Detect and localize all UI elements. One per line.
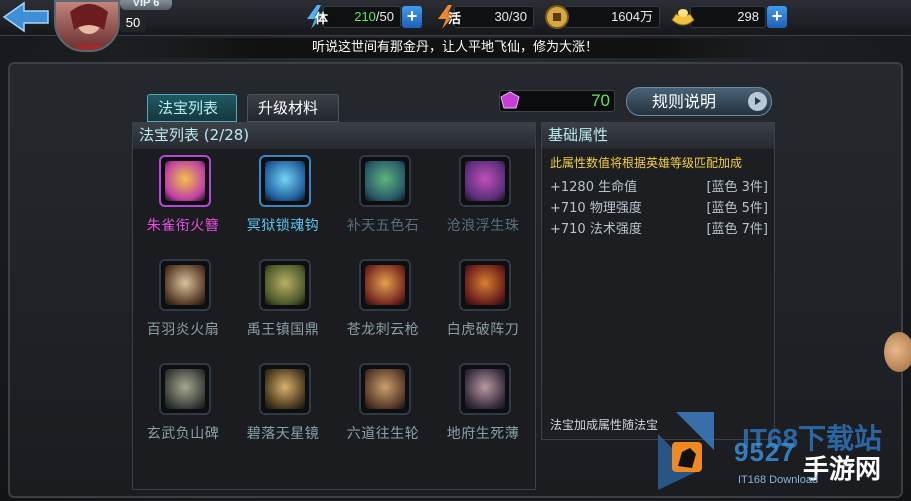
stamina-max: /50 — [375, 9, 394, 24]
treasure-name: 六道往生轮 — [346, 426, 420, 442]
vitality-label: 活 — [448, 12, 462, 27]
treasure-slot — [259, 155, 311, 207]
watermark-logo-icon — [658, 412, 714, 490]
back-button[interactable] — [0, 0, 52, 34]
treasure-name: 苍龙刺云枪 — [346, 322, 420, 338]
treasure-artwork-icon — [265, 265, 305, 305]
attribute-requirement: [蓝色 3件] — [706, 180, 768, 195]
treasure-name: 百羽炎火扇 — [146, 322, 220, 338]
treasure-item[interactable]: 白虎破阵刀 — [433, 254, 533, 358]
treasure-name: 冥狱锁魂钩 — [246, 218, 320, 234]
treasure-item[interactable]: 六道往生轮 — [333, 358, 433, 462]
attribute-row: +1280 生命值 [蓝色 3件] — [550, 176, 770, 196]
attribute-row: +710 法术强度 [蓝色 7件] — [550, 218, 770, 238]
treasure-artwork-icon — [165, 265, 205, 305]
ingot-value: 298 — [690, 6, 766, 28]
treasure-slot — [159, 259, 211, 311]
treasure-artwork-icon — [365, 161, 405, 201]
vip-badge: VIP 6 — [120, 0, 172, 10]
treasure-slot — [459, 363, 511, 415]
treasure-artwork-icon — [465, 161, 505, 201]
attribute-requirement: [蓝色 5件] — [706, 201, 768, 216]
treasure-artwork-icon — [165, 161, 205, 201]
watermark-subtitle: IT168 Download — [738, 474, 819, 486]
treasure-list-panel: 法宝列表 (2/28) 朱雀衔火簪 冥狱锁魂钩 补天五色石 沧浪浮生珠百羽炎火扇 禹王镇… — [132, 122, 536, 490]
treasure-artwork-icon — [365, 265, 405, 305]
treasure-name: 白虎破阵刀 — [446, 322, 520, 338]
stamina-resource: 210/50 体 + — [303, 4, 422, 29]
treasure-artwork-icon — [265, 369, 305, 409]
attribute-footer-note: 法宝加成属性随法宝 — [550, 418, 659, 432]
treasure-item[interactable]: 补天五色石 — [333, 150, 433, 254]
add-stamina-button[interactable]: + — [402, 6, 422, 28]
rules-button[interactable]: 规则说明 — [626, 87, 772, 116]
attribute-stat: +710 法术强度 — [550, 222, 642, 237]
treasure-artwork-icon — [465, 369, 505, 409]
treasure-item[interactable]: 沧浪浮生珠 — [433, 150, 533, 254]
attribute-row: +710 物理强度 [蓝色 5件] — [550, 197, 770, 217]
treasure-artwork-icon — [365, 369, 405, 409]
stamina-current: 210 — [354, 9, 376, 24]
treasure-name: 玄武负山碑 — [146, 426, 220, 442]
treasure-slot — [359, 155, 411, 207]
gold-resource: 1604万 — [544, 4, 660, 29]
watermark-number: 9527 — [734, 437, 796, 467]
treasure-name: 禹王镇国鼎 — [246, 322, 320, 338]
attribute-stat: +1280 生命值 — [550, 180, 638, 195]
mascot-icon — [884, 332, 911, 372]
coin-icon — [545, 5, 569, 29]
treasure-slot — [359, 259, 411, 311]
treasure-artwork-icon — [465, 265, 505, 305]
attribute-title: 基础属性 — [542, 123, 774, 149]
stamina-label: 体 — [315, 12, 329, 27]
treasure-name: 朱雀衔火簪 — [146, 218, 220, 234]
ingot-resource: 298 + — [670, 4, 788, 28]
gold-ingot-icon — [671, 9, 695, 26]
rules-button-label: 规则说明 — [652, 92, 717, 111]
attribute-stat: +710 物理强度 — [550, 201, 642, 216]
gem-counter: 70 — [499, 90, 615, 112]
back-arrow-icon — [2, 1, 49, 33]
stamina-box: 210/50 — [323, 6, 401, 28]
treasure-item[interactable]: 百羽炎火扇 — [133, 254, 233, 358]
play-arrow-icon — [748, 92, 767, 111]
treasure-slot — [259, 363, 311, 415]
treasure-slot — [259, 259, 311, 311]
vitality-box: 30/30 — [454, 6, 534, 28]
treasure-slot — [159, 155, 211, 207]
treasure-name: 碧落天星镜 — [246, 426, 320, 442]
gem-count: 70 — [591, 91, 610, 110]
player-level: 50 — [120, 14, 146, 32]
treasure-slot — [159, 363, 211, 415]
treasure-item[interactable]: 冥狱锁魂钩 — [233, 150, 333, 254]
treasure-item[interactable]: 朱雀衔火簪 — [133, 150, 233, 254]
attribute-note: 此属性数值将根据英雄等级匹配加成 — [550, 156, 743, 170]
add-ingot-button[interactable]: + — [767, 6, 787, 28]
treasure-artwork-icon — [165, 369, 205, 409]
treasure-artwork-icon — [265, 161, 305, 201]
treasure-list-title: 法宝列表 (2/28) — [133, 123, 535, 149]
avatar[interactable] — [54, 0, 120, 52]
treasure-name: 沧浪浮生珠 — [446, 218, 520, 234]
treasure-slot — [459, 155, 511, 207]
treasure-item[interactable]: 苍龙刺云枪 — [333, 254, 433, 358]
treasure-item[interactable]: 玄武负山碑 — [133, 358, 233, 462]
attribute-panel: 基础属性 此属性数值将根据英雄等级匹配加成 +1280 生命值 [蓝色 3件] … — [541, 122, 775, 440]
purple-gem-icon — [500, 91, 520, 109]
treasure-item[interactable]: 禹王镇国鼎 — [233, 254, 333, 358]
announcement-ticker: 听说这世间有那金丹，让人平地飞仙，修为大涨！ — [120, 38, 790, 58]
treasure-name: 地府生死薄 — [446, 426, 520, 442]
vitality-resource: 30/30 活 — [434, 4, 534, 29]
treasure-slot — [459, 259, 511, 311]
treasure-item[interactable]: 碧落天星镜 — [233, 358, 333, 462]
treasure-name: 补天五色石 — [346, 218, 420, 234]
tab-treasure-list[interactable]: 法宝列表 — [147, 94, 237, 122]
tab-upgrade-materials[interactable]: 升级材料 — [247, 94, 339, 122]
gold-value: 1604万 — [564, 6, 660, 28]
treasure-item[interactable]: 地府生死薄 — [433, 358, 533, 462]
treasure-slot — [359, 363, 411, 415]
attribute-requirement: [蓝色 7件] — [706, 222, 768, 237]
